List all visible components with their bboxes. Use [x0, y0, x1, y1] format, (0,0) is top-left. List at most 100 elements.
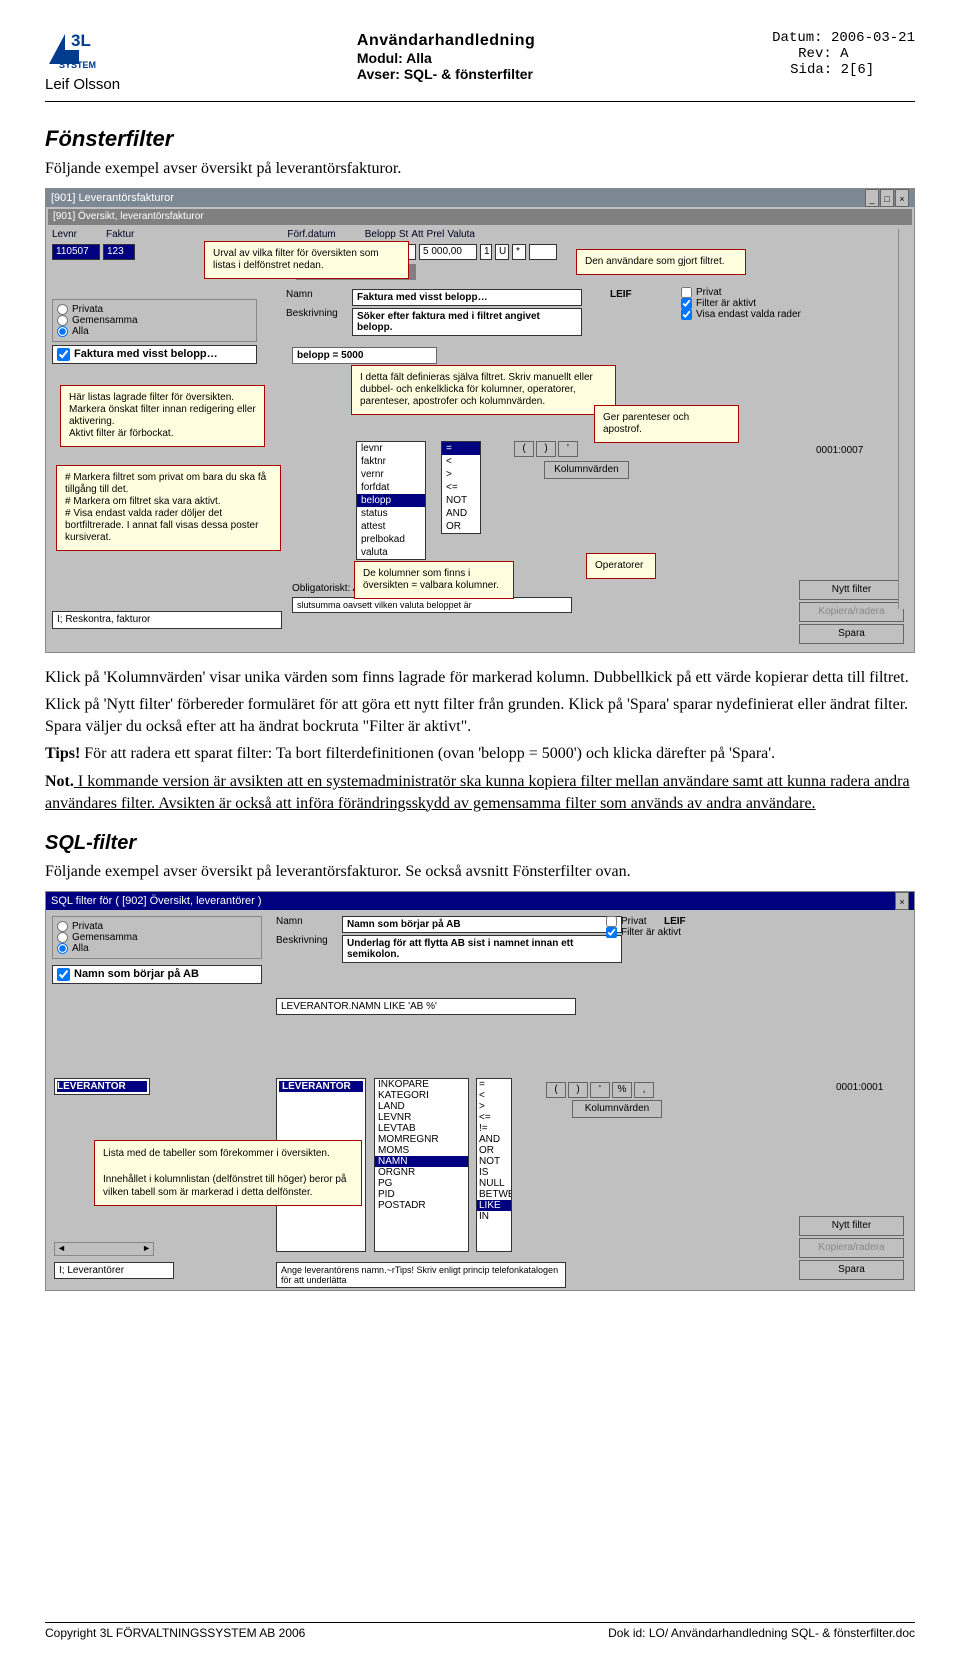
header-fields-row: Levnr Faktur Förf.datum Belopp St Att Pr…	[46, 227, 914, 242]
doc-title: Användarhandledning	[357, 32, 535, 50]
namn-label-2: Namn	[276, 916, 336, 927]
scrollbar-right[interactable]	[898, 229, 912, 609]
para-tips: Tips! För att radera ett sparat filter: …	[45, 743, 915, 765]
callout-2: Här listas lagrade filter för översikten…	[60, 385, 265, 447]
radio-gemensamma[interactable]	[57, 315, 68, 326]
kolumnvarden-button-2[interactable]: Kolumnvärden	[572, 1100, 662, 1118]
kopiera-radera-button-2[interactable]: Kopiera/radera	[799, 1238, 904, 1258]
radio-privata[interactable]	[57, 304, 68, 315]
callout-4: Den användare som gjort filtret.	[576, 249, 746, 275]
screenshot-sqlfilter: SQL filter för ( [902] Översikt, leveran…	[45, 891, 915, 1291]
paren-open-button-2[interactable]: (	[546, 1082, 566, 1098]
radio-group-scope: Privata Gemensamma Alla	[52, 299, 257, 342]
callout-3: # Markera filtret som privat om bara du …	[56, 465, 281, 551]
user-name: LEIF	[610, 289, 632, 300]
sql-expression-input[interactable]: LEVERANTOR.NAMN LIKE 'AB %'	[276, 998, 576, 1015]
radio-gemensamma-2[interactable]	[57, 932, 68, 943]
columns-listbox[interactable]: levnr faktnr vernr forfdat belopp status…	[356, 441, 426, 560]
namn-value-2[interactable]: Namn som börjar på AB	[342, 916, 622, 933]
namn-value[interactable]: Faktura med visst belopp…	[352, 289, 582, 306]
close-icon[interactable]: ×	[895, 892, 909, 910]
value-fields-row: 110507 123 1997-09-22 5 000,00 1 U *	[46, 242, 914, 262]
logo-icon: 3L SYSTEM	[45, 30, 109, 70]
svg-text:SYSTEM: SYSTEM	[59, 60, 96, 70]
nytt-filter-button[interactable]: Nytt filter	[799, 580, 904, 600]
filter-active-checkbox-2[interactable]	[57, 968, 70, 981]
operators-listbox[interactable]: = < > <= NOT AND OR	[441, 441, 481, 534]
spara-button-2[interactable]: Spara	[799, 1260, 904, 1280]
levnr-input[interactable]: 110507	[52, 244, 100, 260]
maximize-icon[interactable]: □	[880, 189, 894, 207]
page-header: 3L SYSTEM Leif Olsson Användarhandlednin…	[45, 30, 915, 93]
apostrophe-button[interactable]: '	[558, 441, 578, 457]
namn-label: Namn	[286, 289, 346, 300]
radio-privata-2[interactable]	[57, 921, 68, 932]
window-title: [901] Leverantörsfakturor	[51, 189, 174, 207]
valuta-input[interactable]	[529, 244, 557, 260]
filter-active-checkbox[interactable]	[57, 348, 70, 361]
tables-listbox[interactable]: LEVERANTOR	[54, 1078, 150, 1095]
minimize-icon[interactable]: _	[865, 189, 879, 207]
statusbar-desc-2: Ange leverantörens namn.~rTips! Skriv en…	[276, 1262, 566, 1288]
st-input[interactable]: 1	[480, 244, 492, 260]
record-counter: 0001:0007	[816, 445, 863, 456]
att-input[interactable]: U	[495, 244, 509, 260]
spara-button[interactable]: Spara	[799, 624, 904, 644]
paren-close-button[interactable]: )	[536, 441, 556, 457]
chk-filter-aktivt-2[interactable]	[606, 927, 617, 938]
nytt-filter-button-2[interactable]: Nytt filter	[799, 1216, 904, 1236]
avser-label: Avser:	[357, 66, 400, 82]
footer-left: Copyright 3L FÖRVALTNINGSSYSTEM AB 2006	[45, 1626, 305, 1640]
operators-listbox-2[interactable]: = < > <= != AND OR NOT IS NULL BETWEEN L…	[476, 1078, 512, 1252]
apostrophe-button-2[interactable]: '	[590, 1082, 610, 1098]
sql-intro: Följande exempel avser översikt på lever…	[45, 861, 915, 883]
sql-window-title: SQL filter för ( [902] Översikt, leveran…	[51, 892, 262, 910]
header-center: Användarhandledning Modul: Alla Avser: S…	[357, 32, 535, 82]
beskr-value-2[interactable]: Underlag för att flytta AB sist i namnet…	[342, 935, 622, 963]
section-sqlfilter-title: SQL-filter	[45, 832, 915, 855]
kolumnvarden-button[interactable]: Kolumnvärden	[544, 461, 629, 479]
paren-open-button[interactable]: (	[514, 441, 534, 457]
obligatorisk-text: slutsumma oavsett vilken valuta beloppet…	[292, 597, 572, 613]
header-rule	[45, 101, 915, 102]
close-icon[interactable]: ×	[895, 189, 909, 207]
columns-listbox-2[interactable]: INKOPARE KATEGORI LAND LEVNR LEVTAB MOMR…	[374, 1078, 469, 1252]
beskr-value[interactable]: Söker efter faktura med i filtret angive…	[352, 308, 582, 336]
page-footer: Copyright 3L FÖRVALTNINGSSYSTEM AB 2006 …	[45, 1622, 915, 1640]
action-buttons-2: Nytt filter Kopiera/radera Spara	[799, 1216, 904, 1280]
mod-label: Modul:	[357, 50, 403, 66]
radio-group-scope-2: Privata Gemensamma Alla	[52, 916, 262, 959]
kopiera-radera-button[interactable]: Kopiera/radera	[799, 602, 904, 622]
radio-alla-2[interactable]	[57, 943, 68, 954]
footer-right: Dok id: LO/ Användarhandledning SQL- & f…	[608, 1626, 915, 1640]
chk-visa-valda[interactable]	[681, 309, 692, 320]
chk-privat-2[interactable]	[606, 916, 617, 927]
section-fonsterfilter-title: Fönsterfilter	[45, 126, 915, 152]
faktur-input[interactable]: 123	[103, 244, 135, 260]
beskr-label: Beskrivning	[286, 308, 346, 319]
percent-button[interactable]: %	[612, 1082, 632, 1098]
table-row[interactable]: LEVERANTOR	[57, 1081, 147, 1092]
callout-tables: Lista med de tabeller som förekommer i ö…	[94, 1140, 362, 1206]
left-filter-pane: Privata Gemensamma Alla Faktura med viss…	[52, 299, 257, 364]
author-name: Leif Olsson	[45, 76, 120, 93]
radio-alla[interactable]	[57, 326, 68, 337]
para-1: Klick på 'Kolumnvärden' visar unika värd…	[45, 667, 915, 689]
avser-value: SQL- & fönsterfilter	[404, 66, 533, 82]
record-counter-2: 0001:0001	[836, 1082, 883, 1093]
filter-definition-input[interactable]: belopp = 5000	[292, 347, 437, 364]
company-logo: 3L SYSTEM	[45, 30, 120, 70]
svg-text:3L: 3L	[71, 31, 91, 50]
chk-privat[interactable]	[681, 287, 692, 298]
comma-button[interactable]: ,	[634, 1082, 654, 1098]
screenshot-fonsterfilter: [901] Leverantörsfakturor _ □ × [901] Öv…	[45, 188, 915, 653]
chk-filter-aktivt[interactable]	[681, 298, 692, 309]
statusbar-left-2: I; Leverantörer	[54, 1262, 174, 1279]
horizontal-scrollbar[interactable]: ◄►	[54, 1242, 154, 1256]
selected-filter-2[interactable]: Namn som börjar på AB	[52, 965, 262, 984]
callout-1: Urval av vilka filter för översikten som…	[204, 241, 409, 279]
paren-close-button-2[interactable]: )	[568, 1082, 588, 1098]
belopp-input[interactable]: 5 000,00	[419, 244, 477, 260]
selected-filter-item[interactable]: Faktura med visst belopp…	[52, 345, 257, 364]
prel-input[interactable]: *	[512, 244, 526, 260]
